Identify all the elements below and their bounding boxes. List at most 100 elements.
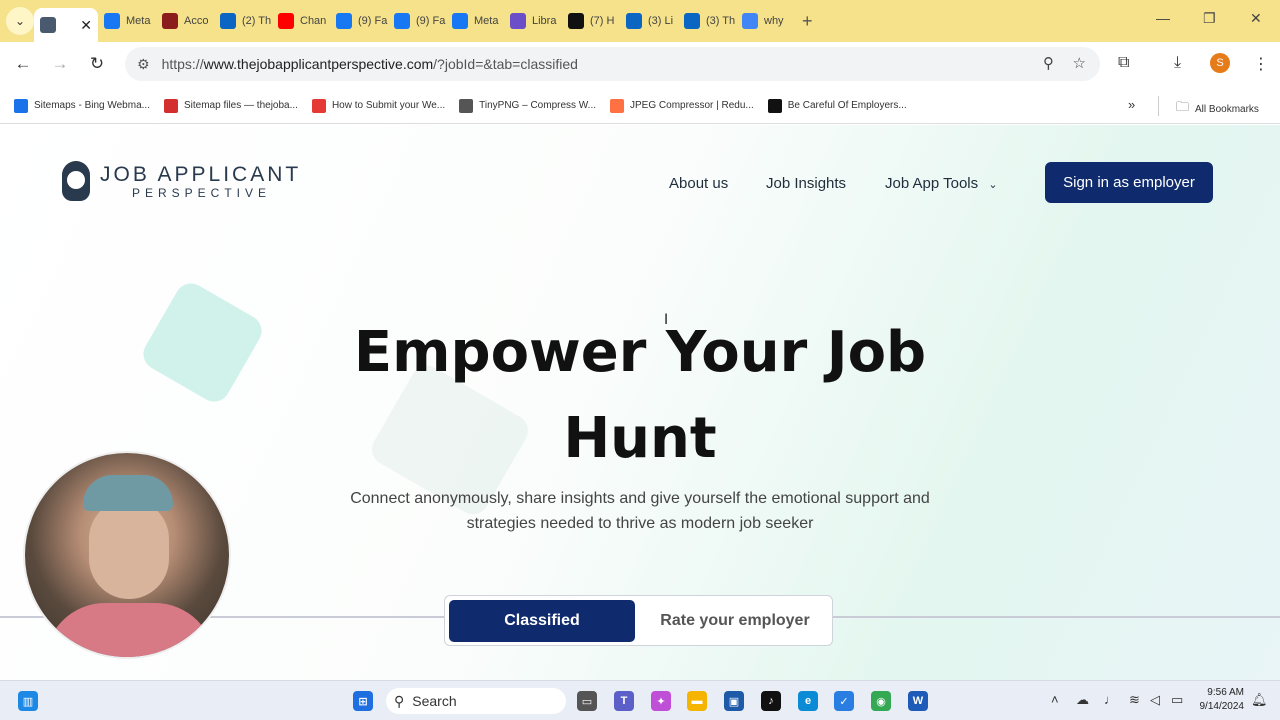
- chevron-up-icon[interactable]: ˄: [1051, 692, 1059, 707]
- tiktok-icon[interactable]: ♪: [761, 691, 781, 711]
- microphone-icon[interactable]: ♩: [1104, 692, 1117, 707]
- nav-job-insights[interactable]: Job Insights: [766, 175, 846, 192]
- word-icon[interactable]: W: [908, 691, 928, 711]
- hero-subtitle-line: strategies needed to thrive as modern jo…: [466, 515, 814, 532]
- hero-title-line: Empower Your Job: [353, 320, 927, 385]
- tab-item[interactable]: Meta: [98, 4, 156, 38]
- taskbar-search[interactable]: ⚲ Search: [386, 688, 566, 714]
- tab-item[interactable]: (9) Fa: [330, 4, 388, 38]
- back-button[interactable]: ←: [8, 54, 38, 74]
- linkedin-icon: [626, 13, 642, 29]
- forward-button[interactable]: →: [45, 54, 75, 74]
- zoom-icon[interactable]: ⚲: [1043, 54, 1054, 72]
- tab-item[interactable]: (3) Th: [678, 4, 736, 38]
- widgets-icon[interactable]: ▥: [18, 691, 38, 711]
- download-icon[interactable]: ⤓: [1174, 54, 1181, 72]
- logo-title: JOB APPLICANT: [100, 162, 302, 186]
- bookmark-item[interactable]: Sitemap files — thejoba...: [163, 98, 298, 113]
- tab-item[interactable]: Meta: [446, 4, 504, 38]
- windows-taskbar: ▥ ⊞ ⚲ Search ▭ T ✦ ▬ ▣ ♪ e ✓ ◉ W ˄ ☁ ♩ ≋…: [0, 680, 1280, 720]
- nav-job-app-tools[interactable]: Job App Tools ⌄: [885, 175, 998, 192]
- address-bar[interactable]: ⚙ https://www.thejobapplicantperspective…: [125, 47, 1100, 81]
- teams-icon[interactable]: T: [614, 691, 634, 711]
- tab-classified[interactable]: Classified: [449, 600, 635, 642]
- close-window-button[interactable]: ✕: [1250, 10, 1262, 27]
- tab-active[interactable]: ✕: [34, 8, 98, 42]
- notification-bell-icon[interactable]: 🔔︎: [1251, 692, 1268, 708]
- battery-icon[interactable]: ▭: [1171, 692, 1183, 708]
- reload-button[interactable]: ↻: [82, 54, 112, 74]
- tab-title: why: [764, 15, 784, 27]
- chrome-icon[interactable]: ◉: [871, 691, 891, 711]
- job-app-icon: [40, 17, 56, 33]
- rainbow-icon: [610, 98, 625, 113]
- meta-icon: [452, 13, 468, 29]
- tab-search-button[interactable]: ⌄: [6, 7, 34, 35]
- tab-item[interactable]: (2) Th: [214, 4, 272, 38]
- site-info-icon[interactable]: ⚙: [137, 56, 150, 73]
- webcam-person-shirt: [45, 603, 215, 657]
- taskbar-clock[interactable]: 9:56 AM 9/14/2024: [1192, 686, 1245, 714]
- menu-icon[interactable]: ⋮: [1253, 54, 1269, 74]
- bookmark-item[interactable]: Be Careful Of Employers...: [767, 98, 907, 113]
- profile-avatar[interactable]: S: [1210, 53, 1230, 73]
- bookmark-label: JPEG Compressor | Redu...: [630, 100, 754, 111]
- folder-icon: 🗀: [1176, 99, 1190, 114]
- facebook-icon: [336, 13, 352, 29]
- forbes-icon: [767, 98, 782, 113]
- facebook-icon: [394, 13, 410, 29]
- minimize-button[interactable]: —: [1156, 10, 1170, 26]
- tab-title: (3) Th: [706, 15, 736, 27]
- tab-item[interactable]: (3) Li: [620, 4, 678, 38]
- extensions-icon[interactable]: ⧉: [1118, 54, 1129, 72]
- tab-title: (2) Th: [242, 15, 272, 27]
- wifi-icon[interactable]: ≋: [1129, 692, 1140, 708]
- webcam-overlay: [23, 451, 231, 659]
- tab-item[interactable]: Libra: [504, 4, 562, 38]
- volume-icon[interactable]: ◁: [1150, 692, 1160, 708]
- tab-title: Meta: [126, 15, 151, 27]
- windows-start-icon[interactable]: ⊞: [353, 691, 373, 711]
- hero-title-line: Hunt: [563, 406, 717, 471]
- todo-icon[interactable]: ✓: [834, 691, 854, 711]
- tab-item[interactable]: (9) Fa: [388, 4, 446, 38]
- maximize-button[interactable]: ❐: [1203, 10, 1216, 27]
- code-icon: [163, 98, 178, 113]
- bookmark-star-icon[interactable]: ☆: [1073, 54, 1086, 72]
- all-bookmarks-label: All Bookmarks: [1195, 103, 1259, 115]
- bookmark-label: How to Submit your We...: [331, 100, 446, 111]
- tab-item[interactable]: Acco: [156, 4, 214, 38]
- more-bookmarks-icon[interactable]: »: [1128, 97, 1135, 112]
- chevron-down-icon: ⌄: [14, 14, 26, 28]
- new-tab-button[interactable]: +: [802, 11, 813, 32]
- onedrive-icon[interactable]: ☁: [1076, 692, 1089, 708]
- tab-item[interactable]: (7) H: [562, 4, 620, 38]
- copilot-icon[interactable]: ✦: [651, 691, 671, 711]
- youtube-icon: [278, 13, 294, 29]
- bookmark-list: Sitemaps - Bing Webma... Sitemap files — …: [0, 98, 907, 113]
- all-bookmarks-button[interactable]: 🗀 All Bookmarks: [1176, 98, 1259, 120]
- sign-in-employer-button[interactable]: Sign in as employer: [1045, 162, 1213, 203]
- nav-about-us[interactable]: About us: [669, 175, 728, 192]
- bookmark-item[interactable]: Sitemaps - Bing Webma...: [14, 98, 150, 113]
- tab-item[interactable]: why: [736, 4, 794, 38]
- close-icon[interactable]: ✕: [80, 17, 92, 34]
- decorative-shape: [137, 277, 268, 408]
- linkedin-icon: [684, 13, 700, 29]
- edge-icon[interactable]: e: [798, 691, 818, 711]
- tab-title: (9) Fa: [358, 15, 388, 27]
- task-view-icon[interactable]: ▭: [577, 691, 597, 711]
- store-icon[interactable]: ▣: [724, 691, 744, 711]
- site-logo[interactable]: JOB APPLICANT PERSPECTIVE: [62, 161, 301, 201]
- linkedin-icon: [220, 13, 236, 29]
- bookmark-item[interactable]: JPEG Compressor | Redu...: [610, 98, 754, 113]
- tab-rate-employer[interactable]: Rate your employer: [645, 600, 825, 642]
- webcam-person-headband: [83, 475, 173, 511]
- tab-toggle: Classified Rate your employer: [444, 595, 833, 646]
- tab-title: (3) Li: [648, 15, 674, 27]
- panda-icon: [459, 98, 474, 113]
- file-explorer-icon[interactable]: ▬: [687, 691, 707, 711]
- bookmark-item[interactable]: TinyPNG – Compress W...: [459, 98, 596, 113]
- tab-item[interactable]: Chan: [272, 4, 330, 38]
- bookmark-item[interactable]: How to Submit your We...: [311, 98, 446, 113]
